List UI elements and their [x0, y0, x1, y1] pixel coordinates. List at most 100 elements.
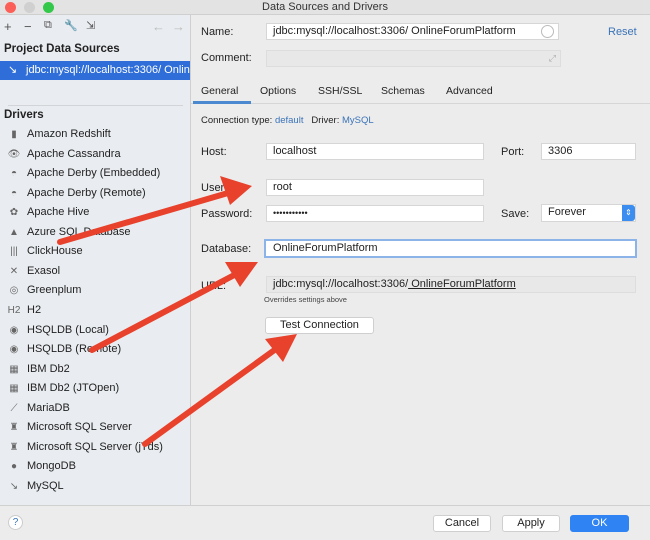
- save-select[interactable]: Forever ⇕: [541, 204, 636, 222]
- host-input[interactable]: localhost: [266, 143, 484, 160]
- driver-icon: ⟋: [10, 402, 18, 414]
- connection-type-info: Connection type: default Driver: MySQL: [201, 115, 374, 126]
- ok-button[interactable]: OK: [570, 515, 629, 532]
- apply-button[interactable]: Apply: [502, 515, 560, 532]
- name-input[interactable]: jdbc:mysql://localhost:3306/ OnlineForum…: [266, 23, 559, 40]
- driver-icon: ◉: [9, 344, 19, 356]
- sidebar: + − ⧉ 🔧 ⇲ ← → Project Data Sources ↘ jdb…: [0, 15, 191, 505]
- driver-icon: 👁: [7, 148, 21, 160]
- driver-icon: H2: [7, 304, 21, 316]
- driver-icon: ♜: [9, 441, 19, 453]
- url-database: OnlineForumPlatform: [408, 278, 516, 290]
- select-chevron-icon: ⇕: [622, 205, 635, 221]
- driver-label: HSQLDB (Local): [27, 323, 109, 336]
- driver-item[interactable]: ◎ Greenplum: [0, 281, 82, 300]
- color-circle-icon[interactable]: [541, 25, 554, 38]
- copy-icon[interactable]: ⧉: [44, 19, 52, 32]
- name-label: Name:: [201, 26, 234, 38]
- driver-item[interactable]: ▲ Azure SQL Database: [0, 223, 131, 242]
- driver-item[interactable]: ⟋ MariaDB: [0, 399, 70, 418]
- close-window-button[interactable]: [5, 2, 16, 13]
- tab-schemas[interactable]: Schemas: [381, 85, 425, 97]
- url-label: URL:: [201, 280, 227, 292]
- tab-general[interactable]: General: [201, 85, 238, 97]
- tab-sshssl[interactable]: SSH/SSL: [318, 85, 362, 97]
- url-input[interactable]: jdbc:mysql://localhost:3306/ OnlineForum…: [266, 276, 636, 293]
- driver-label: Apache Derby (Remote): [27, 186, 146, 199]
- forward-icon[interactable]: →: [172, 19, 185, 34]
- data-source-label: jdbc:mysql://localhost:3306/ OnlineForum…: [26, 64, 190, 76]
- driver-item[interactable]: H2 H2: [0, 301, 41, 320]
- password-input[interactable]: •••••••••••: [266, 205, 484, 222]
- remove-icon[interactable]: −: [24, 19, 32, 34]
- back-icon[interactable]: ←: [152, 19, 165, 34]
- driver-icon: ▦: [9, 363, 19, 375]
- wrench-icon[interactable]: 🔧: [64, 19, 78, 32]
- driver-label: Driver:: [311, 115, 340, 126]
- port-label: Port:: [501, 146, 525, 158]
- driver-icon: |||: [10, 246, 18, 258]
- driver-item[interactable]: ▦ IBM Db2: [0, 360, 70, 379]
- driver-icon: ◎: [9, 285, 19, 297]
- driver-item[interactable]: ▦ IBM Db2 (JTOpen): [0, 379, 119, 398]
- database-label: Database:: [201, 243, 252, 255]
- driver-item[interactable]: ◉ HSQLDB (Remote): [0, 340, 122, 359]
- drivers-header: Drivers: [4, 109, 44, 121]
- driver-icon: ♜: [9, 422, 19, 434]
- tab-advanced[interactable]: Advanced: [446, 85, 493, 97]
- driver-item[interactable]: ● MongoDB: [0, 457, 76, 476]
- expand-icon[interactable]: ⤢: [549, 51, 556, 66]
- driver-icon: ◉: [9, 324, 19, 336]
- driver-item[interactable]: ↘ MySQL: [0, 477, 64, 496]
- driver-item[interactable]: ♜ Microsoft SQL Server (jTds): [0, 438, 163, 457]
- zoom-window-button[interactable]: [43, 2, 54, 13]
- driver-icon: ✕: [9, 265, 19, 277]
- driver-label: Microsoft SQL Server: [27, 421, 132, 434]
- connection-type-link[interactable]: default: [275, 115, 304, 126]
- driver-label: H2: [27, 303, 42, 316]
- driver-label: IBM Db2: [27, 362, 70, 375]
- connection-type-label: Connection type:: [201, 115, 273, 126]
- driver-icon: ◓: [10, 187, 18, 199]
- tab-options[interactable]: Options: [260, 85, 296, 97]
- driver-link[interactable]: MySQL: [342, 115, 374, 126]
- driver-label: Azure SQL Database: [27, 225, 131, 238]
- driver-label: ClickHouse: [27, 245, 83, 258]
- driver-icon: ↘: [9, 480, 19, 492]
- database-input[interactable]: OnlineForumPlatform: [264, 239, 637, 258]
- save-value: Forever: [548, 206, 586, 218]
- footer: ? Cancel Apply OK: [0, 505, 650, 540]
- password-label: Password:: [201, 208, 253, 220]
- project-data-sources-header: Project Data Sources: [4, 43, 120, 55]
- driver-item[interactable]: ♜ Microsoft SQL Server: [0, 418, 132, 437]
- driver-item[interactable]: ◉ HSQLDB (Local): [0, 321, 109, 340]
- driver-item[interactable]: ✿ Apache Hive: [0, 203, 90, 222]
- driver-label: Microsoft SQL Server (jTds): [27, 440, 163, 453]
- cancel-button[interactable]: Cancel: [433, 515, 491, 532]
- test-connection-button[interactable]: Test Connection: [265, 317, 374, 334]
- driver-label: Exasol: [27, 264, 61, 277]
- driver-icon: ▮: [11, 129, 17, 140]
- driver-item[interactable]: ▮ Amazon Redshift: [0, 125, 111, 144]
- window-title: Data Sources and Drivers: [262, 1, 388, 13]
- driver-label: Apache Cassandra: [27, 147, 121, 160]
- port-input[interactable]: 3306: [541, 143, 636, 160]
- import-icon[interactable]: ⇲: [86, 19, 95, 32]
- driver-item[interactable]: ◓ Apache Derby (Embedded): [0, 164, 160, 183]
- url-hint: Overrides settings above: [264, 295, 347, 304]
- user-input[interactable]: root: [266, 179, 484, 196]
- driver-icon: ◓: [10, 168, 18, 180]
- driver-label: IBM Db2 (JTOpen): [27, 382, 120, 395]
- driver-item[interactable]: ||| ClickHouse: [0, 242, 83, 261]
- reset-link[interactable]: Reset: [608, 26, 637, 38]
- driver-item[interactable]: ◓ Apache Derby (Remote): [0, 184, 146, 203]
- url-prefix: jdbc:mysql://localhost:3306/: [273, 278, 409, 290]
- driver-item[interactable]: ✕ Exasol: [0, 262, 60, 281]
- minimize-window-button[interactable]: [24, 2, 35, 13]
- help-icon[interactable]: ?: [8, 515, 23, 530]
- add-icon[interactable]: +: [4, 19, 12, 34]
- driver-label: Greenplum: [27, 284, 82, 297]
- comment-input[interactable]: ⤢: [266, 50, 561, 67]
- driver-item[interactable]: 👁 Apache Cassandra: [0, 145, 121, 164]
- data-source-item[interactable]: ↘ jdbc:mysql://localhost:3306/ OnlineFor…: [0, 61, 190, 80]
